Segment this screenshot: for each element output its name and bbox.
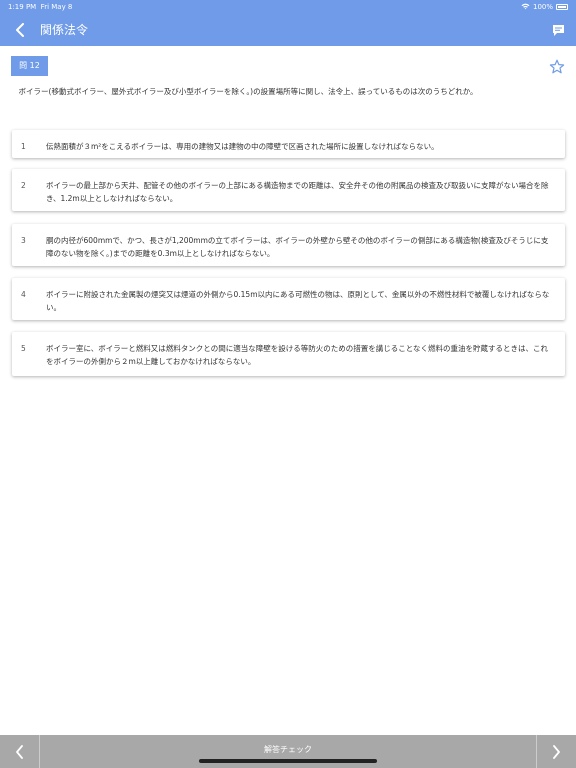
choice-number: 5 (21, 344, 26, 353)
battery-percent: 100% (532, 3, 553, 11)
choice-4[interactable]: 4 ボイラーに附設された金属製の煙突又は煙道の外側から0.15m以内にある可燃性… (12, 278, 565, 320)
choice-text: ボイラー室に、ボイラーと燃料又は燃料タンクとの間に適当な障壁を設ける等防火のため… (46, 344, 548, 366)
battery-icon (556, 4, 568, 10)
choice-number: 2 (21, 181, 26, 190)
question-text-content: ボイラー(移動式ボイラー、屋外式ボイラー及び小型ボイラーを除く。)の設置場所等に… (18, 87, 478, 96)
nav-bar: 関係法令 (0, 14, 576, 46)
home-indicator (199, 759, 377, 763)
comment-icon (552, 24, 564, 36)
next-question-button[interactable] (536, 735, 576, 768)
favorite-button[interactable] (546, 56, 568, 78)
choice-text: 胴の内径が600mmで、かつ、長さが1,200mmの立てボイラーは、ボイラーの外… (46, 236, 549, 258)
choice-text: ボイラーに附設された金属製の煙突又は煙道の外側から0.15m以内にある可燃性の物… (46, 290, 550, 312)
status-time-date: 1:19 PM Fri May 8 (8, 3, 72, 11)
choice-number: 1 (21, 142, 26, 151)
comment-button[interactable] (548, 20, 568, 40)
status-bar: 1:19 PM Fri May 8 100% (0, 0, 576, 14)
star-outline-icon (549, 59, 565, 74)
page-title: 関係法令 (40, 23, 89, 37)
choice-5[interactable]: 5 ボイラー室に、ボイラーと燃料又は燃料タンクとの間に適当な障壁を設ける等防火の… (12, 332, 565, 376)
choice-1[interactable]: 1 伝熱面積が３m²をこえるボイラーは、専用の建物又は建物の中の障壁で区画された… (12, 130, 565, 158)
choice-3[interactable]: 3 胴の内径が600mmで、かつ、長さが1,200mmの立てボイラーは、ボイラー… (12, 224, 565, 266)
chevron-right-icon (553, 744, 560, 759)
previous-question-button[interactable] (0, 735, 40, 768)
back-button[interactable] (8, 18, 32, 42)
status-time: 1:19 PM (8, 3, 37, 11)
choice-number: 4 (21, 290, 26, 299)
answer-check-button[interactable]: 解答チェック (40, 735, 536, 768)
bottom-toolbar: 解答チェック (0, 735, 576, 768)
chevron-left-icon (16, 23, 24, 37)
status-date: Fri May 8 (40, 3, 73, 11)
question-text: ボイラー(移動式ボイラー、屋外式ボイラー及び小型ボイラーを除く。)の設置場所等に… (9, 86, 569, 98)
choice-number: 3 (21, 236, 26, 245)
question-number-badge: 問 12 (11, 56, 48, 76)
choice-text: ボイラーの最上部から天井、配管その他のボイラーの上部にある構造物までの距離は、安… (46, 181, 549, 203)
status-indicators: 100% (521, 3, 568, 11)
choice-text: 伝熱面積が３m²をこえるボイラーは、専用の建物又は建物の中の障壁で区画された場所… (46, 142, 439, 151)
chevron-left-icon (16, 744, 23, 759)
choice-2[interactable]: 2 ボイラーの最上部から天井、配管その他のボイラーの上部にある構造物までの距離は… (12, 169, 565, 211)
wifi-icon (521, 3, 530, 11)
